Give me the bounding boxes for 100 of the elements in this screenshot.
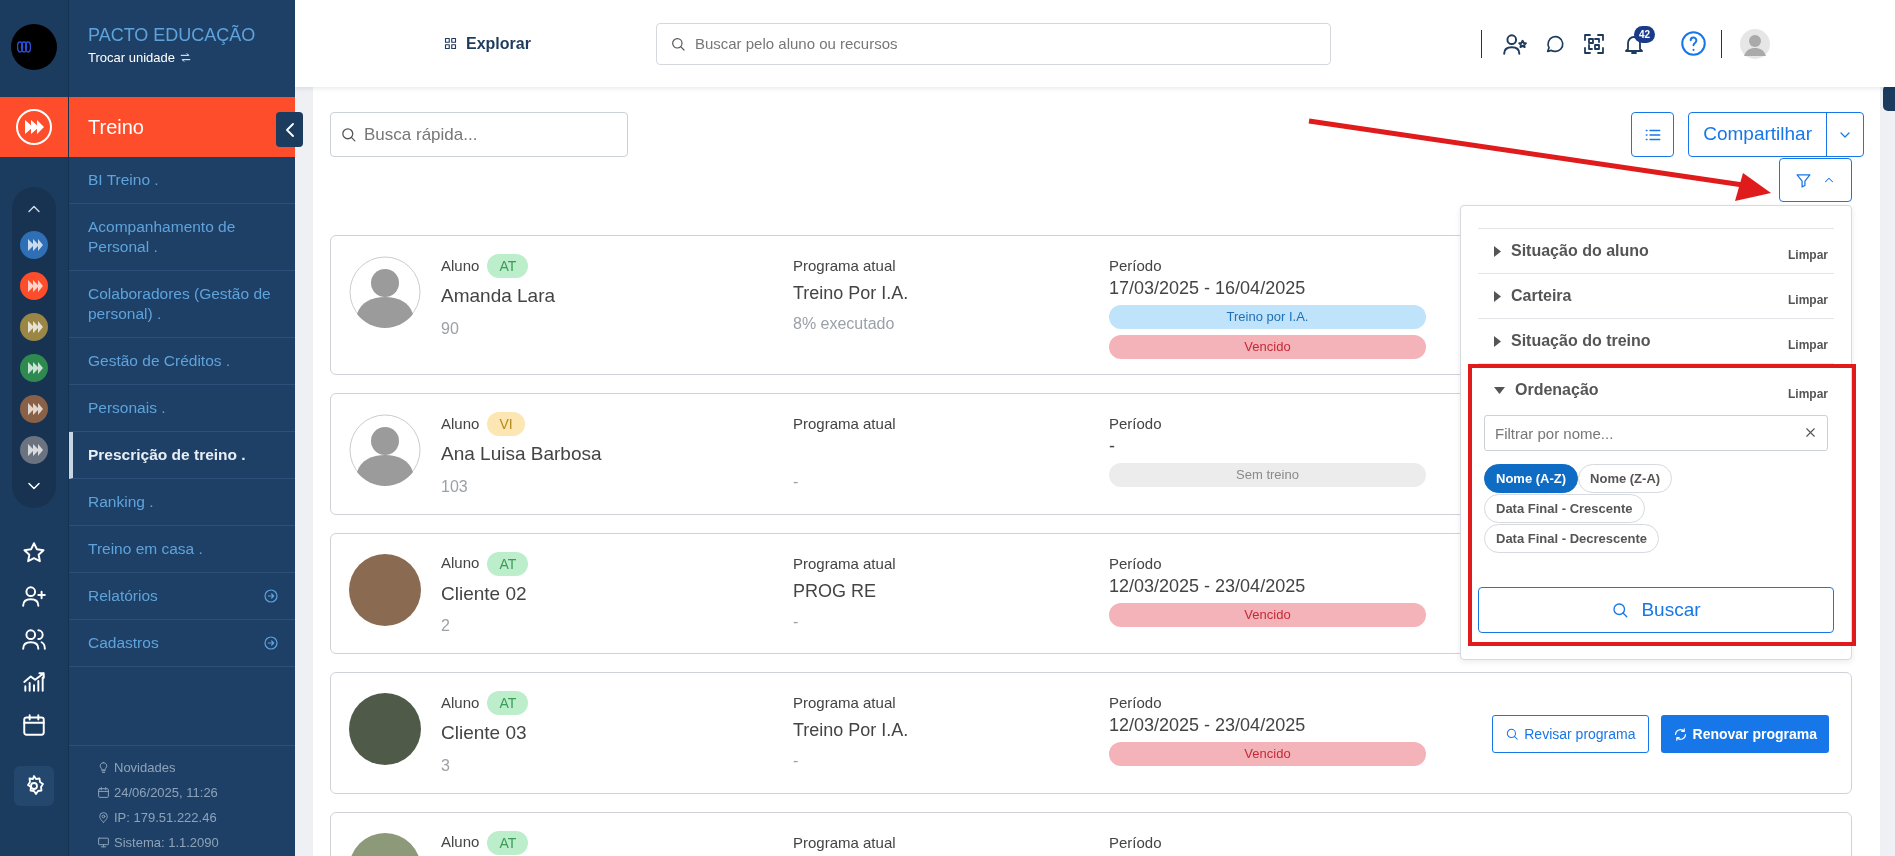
module-icon[interactable] — [19, 353, 49, 383]
program-subtitle: - — [793, 611, 800, 632]
module-title: Treino — [69, 97, 295, 157]
brand-title: PACTO EDUCAÇÃO — [88, 24, 257, 46]
filter-section-header[interactable]: Ordenação — [1494, 378, 1599, 402]
sort-option-chip[interactable]: Data Final - Decrescente — [1484, 524, 1659, 553]
program-name: Treino Por I.A. — [793, 719, 910, 741]
calendar-icon — [97, 786, 110, 799]
module-icon[interactable] — [19, 394, 49, 424]
module-icon[interactable] — [19, 312, 49, 342]
module-icon[interactable] — [19, 230, 49, 260]
period-label: Período — [1109, 257, 1163, 275]
notification-badge: 42 — [1633, 25, 1656, 43]
qr-code-icon — [1581, 31, 1606, 56]
student-id: 90 — [441, 318, 460, 339]
settings-button[interactable] — [14, 766, 54, 806]
program-label: Programa atual — [793, 415, 897, 433]
filter-button[interactable] — [1779, 158, 1852, 202]
student-label: Aluno — [441, 692, 480, 713]
footer-info: IP: 179.51.222.46 — [114, 809, 217, 827]
filter-section-header[interactable]: Situação do aluno — [1494, 239, 1649, 263]
footer-info: Sistema: 1.1.2090 — [114, 834, 219, 852]
status-tag: Vencido — [1109, 335, 1426, 359]
student-label: Aluno — [441, 553, 480, 574]
student-name: Ana Luisa Barbosa — [441, 442, 603, 466]
module-icon[interactable] — [19, 271, 49, 301]
search-button[interactable]: Buscar — [1478, 587, 1834, 633]
location-pin-icon — [97, 811, 110, 824]
filter-section-header[interactable]: Situação do treino — [1494, 329, 1651, 353]
period-label: Período — [1109, 554, 1163, 573]
period-label: Período — [1109, 694, 1163, 712]
collapse-sidebar-button[interactable] — [276, 112, 303, 147]
program-subtitle: - — [793, 751, 800, 771]
status-tag: Sem treino — [1109, 463, 1426, 487]
student-name: Cliente 02 — [441, 581, 528, 606]
program-name: Treino Por I.A. — [793, 282, 910, 304]
status-badge: AT — [487, 691, 529, 715]
footer-info: Novidades — [114, 759, 176, 777]
module-icon[interactable] — [19, 435, 49, 465]
help-icon — [1679, 30, 1707, 57]
bulb-icon — [97, 761, 110, 774]
caret-down-icon — [1494, 386, 1505, 394]
student-id: 103 — [441, 476, 469, 497]
status-badge: AT — [487, 254, 529, 278]
logo-rings-icon — [17, 41, 31, 53]
refresh-icon — [1672, 726, 1688, 742]
status-tag: Vencido — [1109, 742, 1426, 766]
clear-link[interactable]: Limpar — [1788, 291, 1828, 309]
name-filter-field[interactable]: Filtrar por nome... — [1484, 415, 1828, 451]
users-icon — [21, 626, 47, 652]
renew-program-button[interactable]: Renovar programa — [1660, 715, 1829, 754]
search-icon — [340, 126, 357, 143]
explore-button[interactable]: Explorar — [443, 31, 531, 56]
program-subtitle: 8% executado — [793, 314, 896, 334]
caret-right-icon — [1494, 335, 1501, 347]
clear-icon — [1803, 425, 1818, 440]
program-label: Programa atual — [793, 694, 897, 712]
review-program-button[interactable]: Revisar programa — [1492, 715, 1649, 754]
student-name: Cliente 03 — [441, 721, 528, 745]
arrow-circle-icon — [263, 588, 279, 604]
sort-option-chip[interactable]: Nome (A-Z) — [1484, 464, 1579, 493]
search-icon — [669, 35, 686, 52]
filter-section-header[interactable]: Carteira — [1494, 284, 1572, 308]
chart-icon — [21, 669, 47, 695]
side-tab[interactable] — [1883, 85, 1895, 111]
list-view-button[interactable] — [1631, 112, 1675, 157]
period-label: Período — [1109, 415, 1163, 433]
global-search-field[interactable]: Buscar pelo aluno ou recursos — [655, 22, 1331, 65]
program-name: PROG RE — [793, 579, 877, 602]
student-label: Aluno — [441, 255, 480, 276]
quick-search-field[interactable]: Busca rápida... — [330, 112, 628, 157]
student-name: Amanda Lara — [441, 284, 557, 308]
program-subtitle: - — [793, 472, 800, 492]
sort-option-chip[interactable]: Data Final - Crescente — [1484, 494, 1645, 523]
clear-link[interactable]: Limpar — [1788, 336, 1828, 354]
footer-info: 24/06/2025, 11:26 — [114, 784, 218, 802]
default-avatar-icon — [349, 256, 421, 328]
status-badge: AT — [487, 830, 529, 855]
caret-right-icon — [1494, 245, 1501, 257]
switch-unit-link[interactable]: Trocar unidade — [88, 48, 295, 68]
monitor-icon — [97, 836, 110, 849]
program-label: Programa atual — [793, 554, 897, 573]
status-tag: Treino por I.A. — [1109, 305, 1426, 329]
student-label: Aluno — [441, 413, 480, 434]
chevron-left-icon — [285, 122, 294, 137]
sort-option-chip[interactable]: Nome (Z-A) — [1578, 464, 1673, 493]
program-label: Programa atual — [793, 833, 897, 852]
student-id: 3 — [441, 755, 451, 776]
period-label: Período — [1109, 833, 1163, 852]
module-tile[interactable] — [0, 97, 68, 157]
swap-icon — [178, 51, 192, 65]
clear-link[interactable]: Limpar — [1788, 385, 1828, 403]
clear-link[interactable]: Limpar — [1788, 246, 1828, 264]
period-dates: - — [1109, 435, 1116, 457]
grid-icon — [443, 36, 458, 51]
period-dates: 12/03/2025 - 23/04/2025 — [1109, 574, 1307, 597]
program-label: Programa atual — [793, 257, 897, 275]
add-user-icon — [21, 583, 47, 609]
share-button[interactable]: Compartilhar — [1688, 112, 1864, 157]
period-dates: 12/03/2025 - 23/04/2025 — [1109, 714, 1307, 736]
